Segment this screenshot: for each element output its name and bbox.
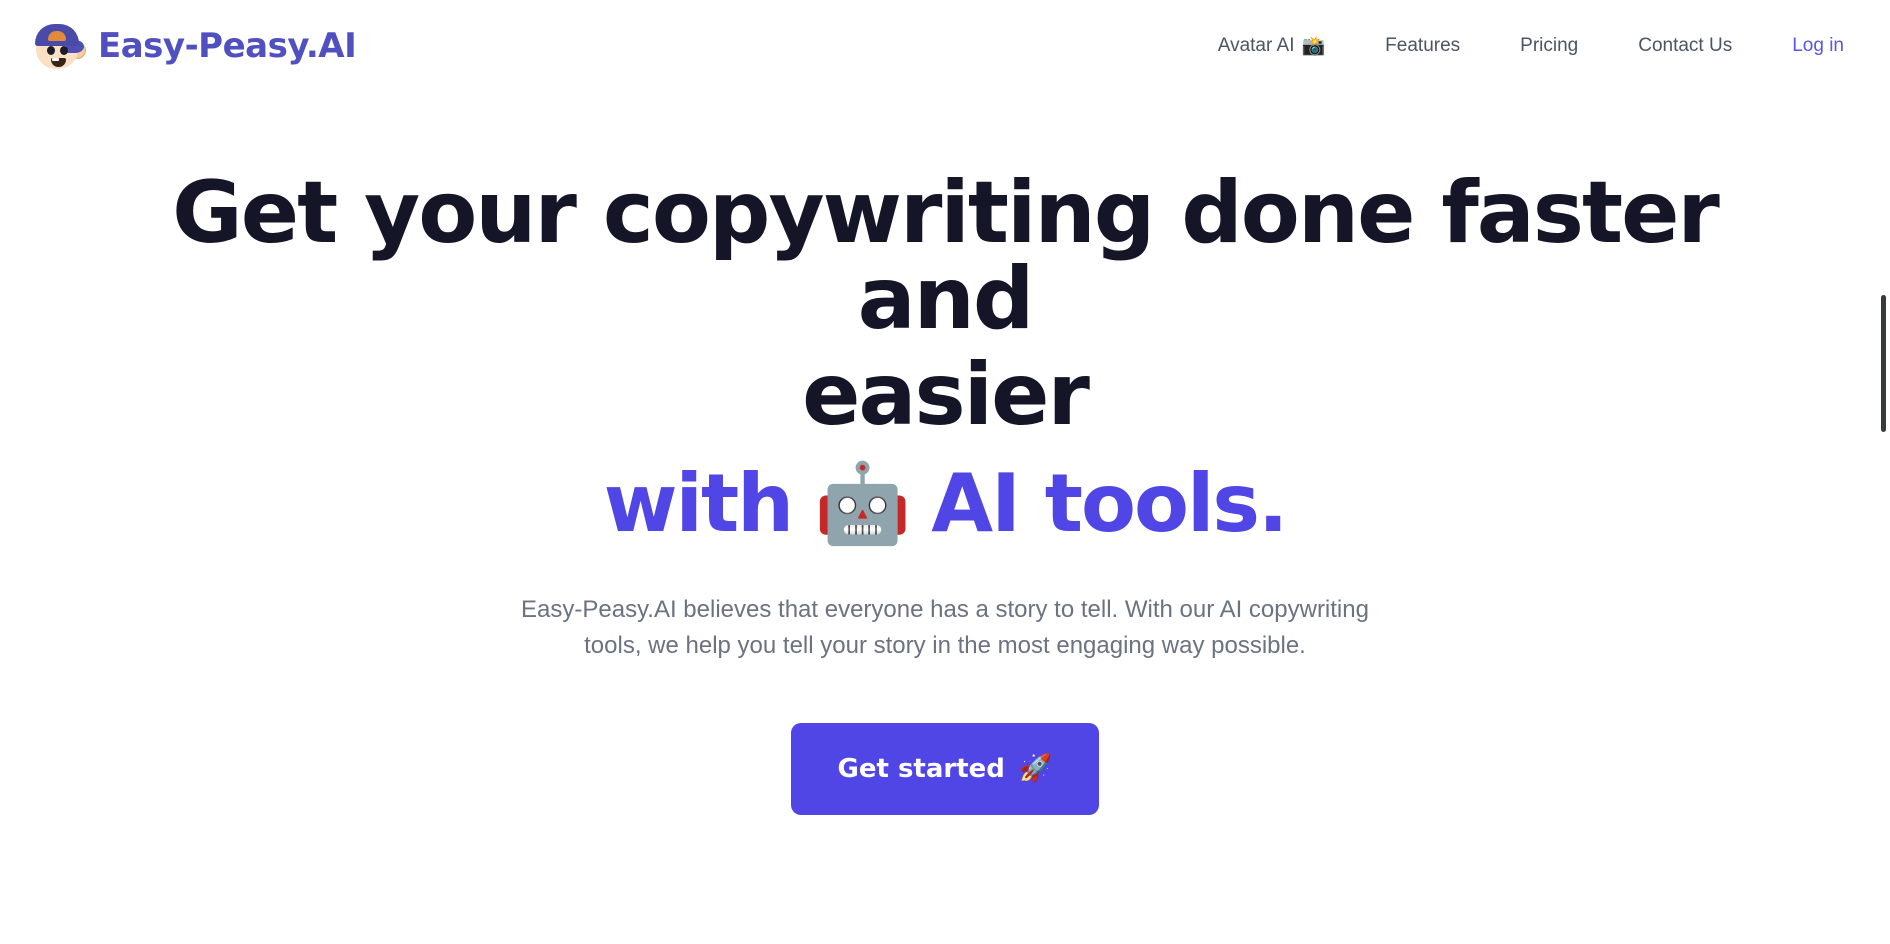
nav-item-features[interactable]: Features — [1375, 27, 1470, 65]
get-started-button-label: Get started — [837, 753, 1005, 784]
robot-icon: 🤖 — [814, 459, 911, 549]
brand-logo-link[interactable]: Easy-Peasy.AI — [32, 18, 357, 74]
page-title: Get your copywriting done faster and eas… — [145, 92, 1745, 438]
nav-item-avatar-ai[interactable]: Avatar AI 📸 — [1208, 27, 1335, 65]
nav-item-label: Log in — [1792, 35, 1844, 56]
main-navigation: Avatar AI 📸 Features Pricing Contact Us … — [1208, 27, 1854, 65]
hero-description: Easy-Peasy.AI believes that everyone has… — [521, 596, 1369, 660]
nav-item-pricing[interactable]: Pricing — [1510, 27, 1588, 65]
nav-item-log-in[interactable]: Log in — [1782, 27, 1854, 65]
cta-container: Get started 🚀 — [145, 722, 1745, 815]
mascot-face-with-cap-icon — [32, 18, 88, 74]
nav-item-label: Pricing — [1520, 35, 1579, 56]
brand-wordmark: Easy-Peasy.AI — [98, 26, 357, 66]
hero-title-line-2: easier — [802, 345, 1090, 445]
site-header: Easy-Peasy.AI Avatar AI 📸 Features Prici… — [0, 0, 1890, 92]
nav-item-label: Contact Us — [1638, 35, 1733, 56]
hero-accent-suffix: AI tools. — [931, 457, 1288, 550]
page-scrollbar[interactable] — [1880, 0, 1890, 944]
nav-item-label: Avatar AI — [1217, 35, 1295, 56]
rocket-icon: 🚀 — [1018, 753, 1053, 785]
scrollbar-thumb[interactable] — [1881, 295, 1886, 432]
hero-accent-prefix: with — [603, 457, 795, 550]
nav-item-contact-us[interactable]: Contact Us — [1628, 27, 1742, 65]
hero-section: Get your copywriting done faster and eas… — [0, 92, 1890, 815]
get-started-button[interactable]: Get started 🚀 — [791, 722, 1099, 815]
hero-title-line-1: Get your copywriting done faster and — [172, 163, 1720, 349]
camera-with-flash-icon: 📸 — [1301, 35, 1326, 57]
nav-item-label: Features — [1385, 35, 1461, 56]
hero-accent-headline: with 🤖 AI tools. — [145, 464, 1745, 544]
